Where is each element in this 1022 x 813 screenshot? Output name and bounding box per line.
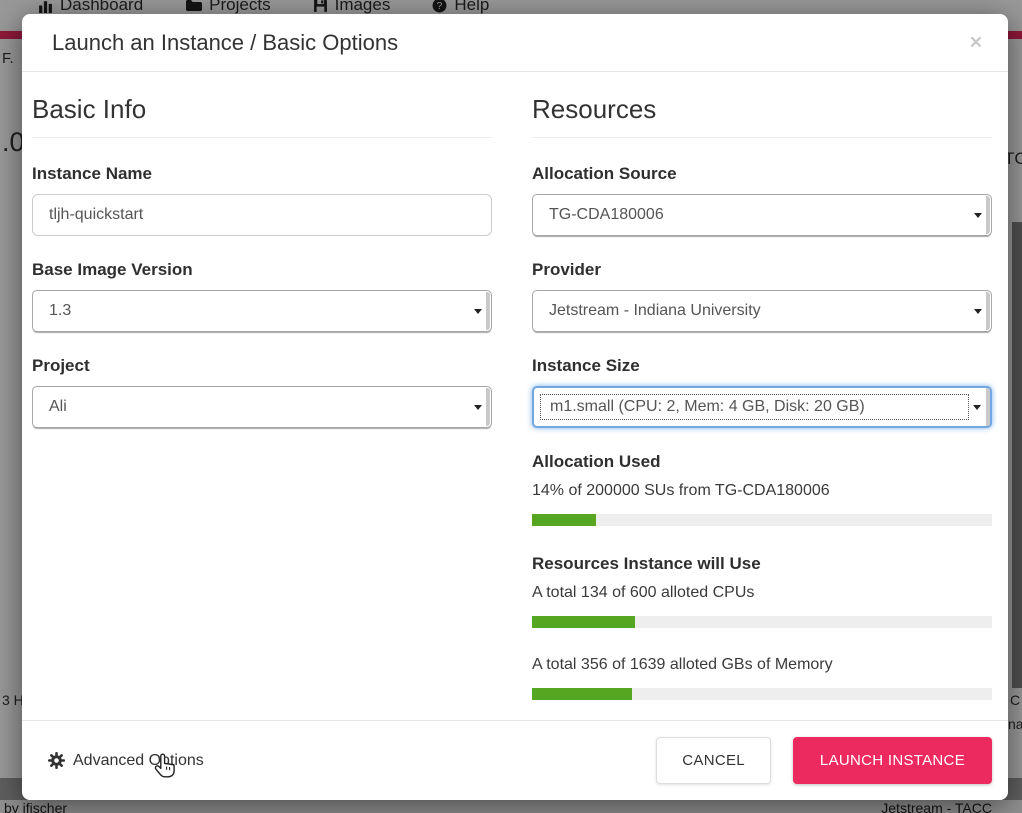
modal-title: Launch an Instance / Basic Options bbox=[52, 30, 398, 56]
project-value: Ali bbox=[33, 398, 67, 416]
project-label: Project bbox=[32, 356, 492, 376]
advanced-options-link[interactable]: Advanced Options bbox=[48, 752, 204, 770]
progress-fill bbox=[532, 688, 632, 700]
project-select[interactable]: Ali bbox=[32, 386, 492, 428]
allocation-source-field-group: Allocation Source TG-CDA180006 bbox=[532, 164, 992, 236]
allocation-used-progressbar bbox=[532, 514, 992, 526]
basic-info-column: Basic Info Instance Name Base Image Vers… bbox=[32, 94, 492, 720]
resources-column: Resources Allocation Source TG-CDA180006… bbox=[532, 94, 992, 720]
cancel-button[interactable]: CANCEL bbox=[656, 737, 771, 784]
footer-buttons: CANCEL LAUNCH INSTANCE bbox=[656, 737, 992, 784]
instance-size-value: m1.small (CPU: 2, Mem: 4 GB, Disk: 20 GB… bbox=[541, 395, 968, 419]
resources-heading: Resources bbox=[532, 94, 992, 138]
select-edge-strip bbox=[986, 292, 990, 330]
chevron-down-icon bbox=[474, 405, 482, 410]
launch-instance-button[interactable]: LAUNCH INSTANCE bbox=[793, 737, 992, 784]
launch-instance-modal: Launch an Instance / Basic Options × Bas… bbox=[22, 14, 1008, 800]
provider-value: Jetstream - Indiana University bbox=[533, 302, 761, 320]
chevron-down-icon bbox=[474, 309, 482, 314]
base-image-version-value: 1.3 bbox=[33, 302, 71, 320]
close-icon[interactable]: × bbox=[970, 32, 982, 53]
instance-size-label: Instance Size bbox=[532, 356, 992, 376]
provider-select[interactable]: Jetstream - Indiana University bbox=[532, 290, 992, 332]
modal-body: Basic Info Instance Name Base Image Vers… bbox=[22, 72, 1008, 720]
memory-used-text: A total 356 of 1639 alloted GBs of Memor… bbox=[532, 656, 992, 674]
allocation-used-text: 14% of 200000 SUs from TG-CDA180006 bbox=[532, 482, 992, 500]
instance-name-label: Instance Name bbox=[32, 164, 492, 184]
cpu-used-text: A total 134 of 600 alloted CPUs bbox=[532, 584, 992, 602]
project-field-group: Project Ali bbox=[32, 356, 492, 428]
memory-used-progressbar bbox=[532, 688, 992, 700]
modal-header: Launch an Instance / Basic Options × bbox=[22, 14, 1008, 72]
allocation-source-select[interactable]: TG-CDA180006 bbox=[532, 194, 992, 236]
select-edge-strip bbox=[986, 196, 990, 234]
modal-footer: Advanced Options CANCEL LAUNCH INSTANCE bbox=[22, 720, 1008, 800]
instance-size-select[interactable]: m1.small (CPU: 2, Mem: 4 GB, Disk: 20 GB… bbox=[532, 386, 992, 428]
base-image-version-label: Base Image Version bbox=[32, 260, 492, 280]
instance-name-input[interactable] bbox=[32, 194, 492, 236]
select-edge-strip bbox=[486, 292, 490, 330]
resources-used-label: Resources Instance will Use bbox=[532, 554, 992, 574]
instance-size-field-group: Instance Size m1.small (CPU: 2, Mem: 4 G… bbox=[532, 356, 992, 428]
chevron-down-icon bbox=[973, 405, 981, 410]
select-edge-strip bbox=[486, 388, 490, 426]
base-image-version-select[interactable]: 1.3 bbox=[32, 290, 492, 332]
allocation-source-value: TG-CDA180006 bbox=[533, 206, 664, 224]
allocation-used-label: Allocation Used bbox=[532, 452, 992, 472]
select-edge-strip bbox=[986, 388, 990, 426]
instance-name-field-group: Instance Name bbox=[32, 164, 492, 236]
cpu-used-progressbar bbox=[532, 616, 992, 628]
progress-fill bbox=[532, 514, 596, 526]
chevron-down-icon bbox=[974, 309, 982, 314]
base-image-version-field-group: Base Image Version 1.3 bbox=[32, 260, 492, 332]
progress-fill bbox=[532, 616, 635, 628]
basic-info-heading: Basic Info bbox=[32, 94, 492, 138]
advanced-options-label: Advanced Options bbox=[73, 752, 204, 770]
allocation-source-label: Allocation Source bbox=[532, 164, 992, 184]
gear-icon bbox=[48, 752, 65, 769]
chevron-down-icon bbox=[974, 213, 982, 218]
provider-label: Provider bbox=[532, 260, 992, 280]
provider-field-group: Provider Jetstream - Indiana University bbox=[532, 260, 992, 332]
